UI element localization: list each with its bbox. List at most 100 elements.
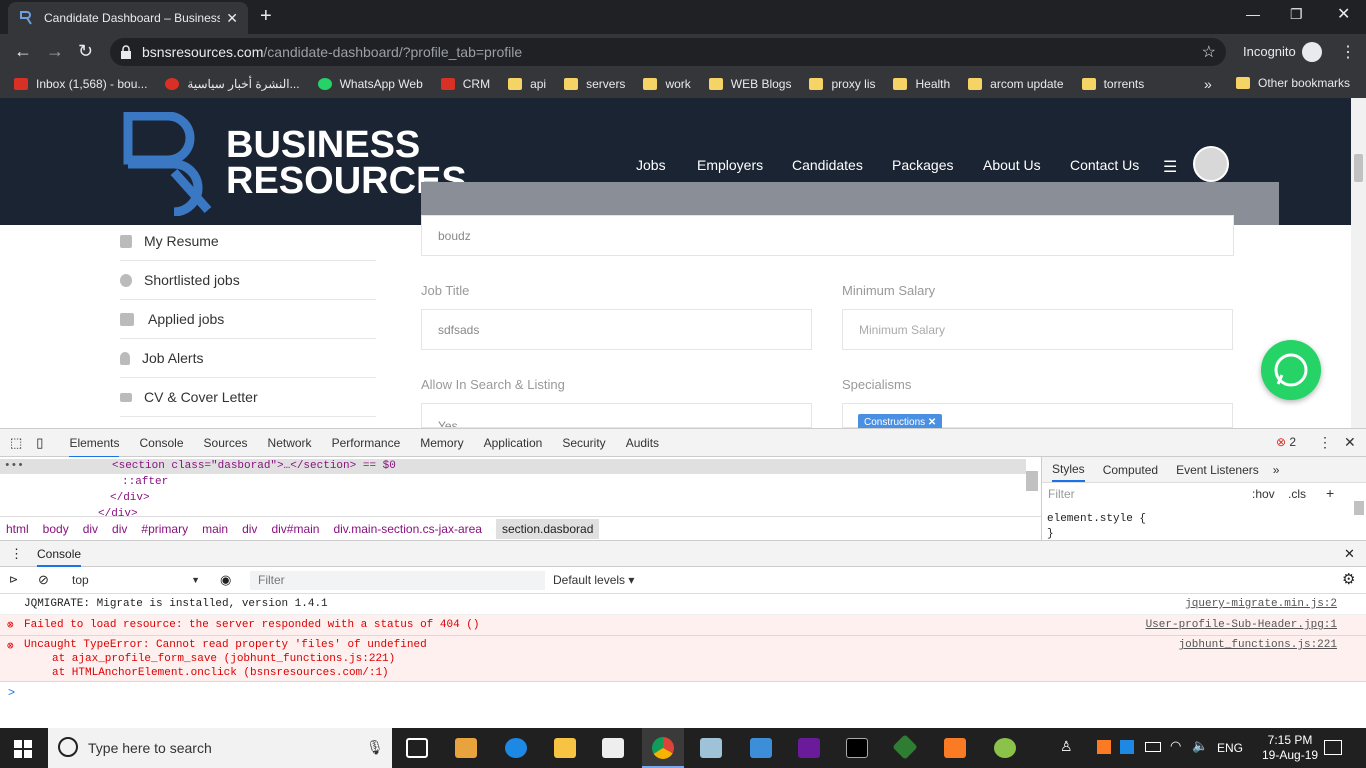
breadcrumb-item[interactable]: #primary [141,522,188,536]
bookmark-star-icon[interactable]: ☆ [1202,42,1216,62]
bookmark-item[interactable]: arcom update [968,77,1064,91]
tab-sources[interactable]: Sources [204,436,248,450]
drawer-tab-console[interactable]: Console [37,547,82,567]
dom-node-close[interactable]: </div> [110,492,150,504]
nav-about-us[interactable]: About Us [983,157,1041,173]
bookmarks-overflow-button[interactable]: » [1204,76,1212,92]
scrollbar-thumb[interactable] [1354,154,1363,182]
task-view-icon[interactable] [406,738,428,758]
hamburger-icon[interactable]: ☰ [1163,157,1177,177]
styles-filter-input[interactable]: Filter [1048,487,1242,501]
elements-scrollbar[interactable] [1026,471,1038,491]
xampp-tray-icon[interactable] [1097,740,1111,754]
volume-icon[interactable]: 🔈 [1192,738,1208,754]
tab-security[interactable]: Security [562,436,605,450]
other-bookmarks[interactable]: Other bookmarks [1236,76,1350,90]
device-toggle-icon[interactable]: ▯ [36,435,43,451]
bookmark-item[interactable]: WhatsApp Web [317,77,423,91]
breadcrumb-item-selected[interactable]: section.dasborad [495,518,600,539]
edge-icon[interactable] [505,738,527,758]
cls-toggle[interactable]: .cls [1288,487,1306,501]
notepad-icon[interactable] [700,738,722,758]
sidebar-item-cv[interactable]: CV & Cover Letter [120,378,376,417]
min-salary-input[interactable]: Minimum Salary [842,309,1233,350]
tab-audits[interactable]: Audits [626,436,659,450]
chrome-taskbar-button[interactable] [642,728,684,768]
terminal-icon[interactable] [846,738,868,758]
windows-start-icon[interactable] [14,740,32,758]
browser-tab[interactable]: Candidate Dashboard – Business Resources… [8,2,248,34]
new-tab-button[interactable]: + [260,6,272,26]
devtools-close-icon[interactable]: ✕ [1344,434,1356,451]
styles-scrollbar[interactable] [1354,501,1364,515]
error-count-badge[interactable]: ⊗ 2 [1276,435,1296,449]
breadcrumb-item[interactable]: main [202,522,228,536]
bookmark-item[interactable]: servers [564,77,625,91]
taskbar-clock[interactable]: 7:15 PM 19-Aug-19 [1262,733,1318,763]
people-icon[interactable]: ♙ [1060,738,1073,755]
phpstorm-icon[interactable] [798,738,820,758]
paint-icon[interactable] [994,738,1016,758]
reload-icon[interactable]: ↻ [78,42,93,60]
bookmark-item[interactable]: proxy lis [809,77,875,91]
address-bar[interactable]: bsnsresources.com/candidate-dashboard/?p… [110,38,1226,66]
tab-computed[interactable]: Computed [1103,463,1158,477]
tab-styles[interactable]: Styles [1052,458,1085,482]
ellipsis-icon[interactable]: ••• [4,460,24,472]
console-settings-icon[interactable]: ⚙ [1342,570,1355,588]
tab-elements[interactable]: Elements [69,436,120,458]
console-source-link[interactable]: User-profile-Sub-Header.jpg:1 [1146,619,1337,631]
battery-icon[interactable] [1145,742,1161,752]
xampp-icon[interactable] [944,738,966,758]
console-filter-input[interactable]: Filter [250,571,545,590]
nav-contact-us[interactable]: Contact Us [1070,157,1139,173]
drawer-close-icon[interactable]: ✕ [1344,546,1355,562]
window-close-icon[interactable]: ✕ [1337,4,1350,24]
hov-toggle[interactable]: :hov [1252,487,1275,501]
bookmark-item[interactable]: torrents [1081,77,1144,91]
tag-remove-icon[interactable]: ✕ [928,417,936,428]
file-explorer-icon[interactable] [554,738,576,758]
name-field[interactable]: boudz [421,215,1234,256]
bookmark-item[interactable]: api [508,77,546,91]
language-indicator[interactable]: ENG [1217,741,1243,755]
console-source-link[interactable]: jobhunt_functions.js:221 [1179,639,1337,651]
dom-node-after[interactable]: ::after [122,476,168,488]
clear-console-icon[interactable]: ⊘ [38,572,49,588]
dom-node-section[interactable]: <section class="dasborad">…</section> ==… [112,460,396,472]
context-select[interactable]: top ▼ [66,571,206,589]
bookmark-item[interactable]: Inbox (1,568) - bou... [14,77,147,91]
wifi-icon[interactable]: ◠ [1170,738,1181,754]
breadcrumb-item[interactable]: div [112,522,127,536]
job-title-input[interactable]: sdfsads [421,309,812,350]
sidebar-item-job-alerts[interactable]: Job Alerts [120,339,376,378]
forward-icon[interactable]: → [46,42,64,60]
sidebar-item-my-resume[interactable]: My Resume [120,222,376,261]
breadcrumb-item[interactable]: div.main-section.cs-jax-area [333,522,482,536]
sidebar-item-shortlisted[interactable]: Shortlisted jobs [120,261,376,300]
nav-candidates[interactable]: Candidates [792,157,863,173]
mail-icon[interactable] [602,738,624,758]
log-levels-select[interactable]: Default levels ▾ [553,573,634,587]
bookmark-item[interactable]: WEB Blogs [708,77,791,91]
drawer-menu-icon[interactable]: ⋮ [10,546,23,562]
styles-more-icon[interactable]: » [1273,463,1280,477]
tab-close-icon[interactable]: ✕ [226,10,238,27]
element-style-rule[interactable]: element.style { [1047,513,1146,525]
store-icon[interactable] [455,738,477,758]
console-source-link[interactable]: jquery-migrate.min.js:2 [1185,598,1337,610]
nav-jobs[interactable]: Jobs [636,157,666,173]
sidebar-item-applied[interactable]: Applied jobs [120,300,376,339]
eye-icon[interactable]: ◉ [220,572,231,588]
back-icon[interactable]: ← [14,42,32,60]
sidebar-toggle-icon[interactable]: ⊳ [9,573,18,586]
breadcrumb-item[interactable]: body [43,522,69,536]
breadcrumb-item[interactable]: div [83,522,98,536]
browser-menu-icon[interactable]: ⋮ [1340,42,1356,62]
dom-node-close[interactable]: </div> [98,508,138,516]
inspect-icon[interactable]: ⬚ [10,435,22,451]
notifications-icon[interactable] [1324,740,1342,755]
nav-packages[interactable]: Packages [892,157,953,173]
incognito-icon[interactable] [1302,42,1322,62]
page-scrollbar[interactable] [1351,98,1366,428]
